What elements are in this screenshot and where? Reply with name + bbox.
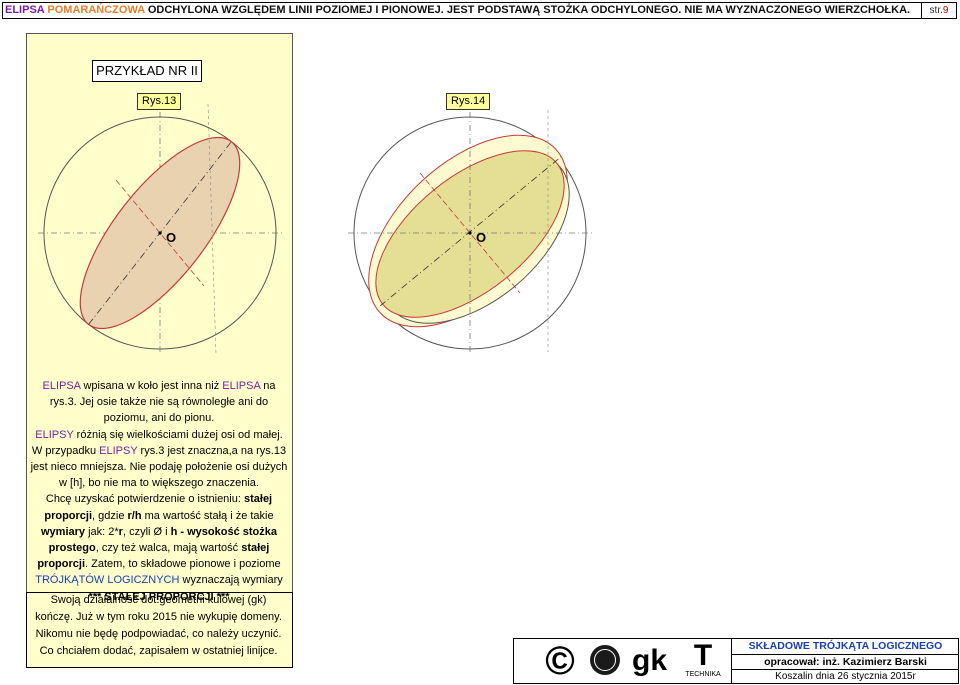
center-point: [158, 231, 162, 235]
text-fragment: , gdzie: [92, 509, 128, 522]
text-fragment: . Zatem, to składowe pionowe i poziome: [85, 558, 281, 571]
seal-logo-icon: [590, 645, 620, 675]
bold-term: r/h: [127, 509, 142, 522]
center-point-right: [468, 231, 472, 235]
logical-triangles-term: TRÓJKĄTÓW LOGICZNYCH: [35, 574, 180, 587]
center-label-left: O: [166, 230, 176, 245]
paragraph-2: ELIPSY różnią się wielkościami dużej osi…: [30, 427, 288, 443]
paragraph-1: ELIPSA wpisana w koło jest inna niż ELIP…: [30, 378, 288, 427]
ellipse-word: ELIPSY: [99, 444, 138, 457]
text-fragment: wpisana w koło jest inna niż: [80, 380, 223, 392]
seal-ring: [594, 649, 616, 671]
center-label-right: O: [476, 230, 486, 245]
text-fragment: różnią się wielkościami dużej osi od mał…: [73, 428, 283, 441]
text-fragment: wyznaczają wymiary: [179, 574, 283, 587]
description-text: ELIPSA wpisana w koło jest inna niż ELIP…: [30, 378, 288, 605]
ellipse-word: ELIPSA: [222, 380, 261, 392]
gk-logo: gk: [632, 644, 668, 677]
figure-rys13: [38, 103, 282, 355]
figure-rys14: [348, 110, 592, 354]
final-note: Swoją działalność dot.geometrii kulowej …: [26, 592, 293, 668]
text-fragment: W przypadku: [31, 444, 100, 457]
title-block-date: Koszalin dnia 26 stycznia 2015r: [775, 671, 916, 683]
final-note-frame: [26, 592, 293, 668]
text-fragment: ma wartość stałą i że takie: [141, 509, 274, 522]
ellipse-word: ELIPSA: [42, 380, 81, 392]
text-fragment: Chcę uzyskać potwierdzenie o istnieniu:: [45, 493, 244, 506]
paragraph-4: Chcę uzyskać potwierdzenie o istnieniu: …: [30, 491, 288, 588]
ellipse-word: ELIPSY: [35, 428, 74, 441]
text-fragment: , czyli Ø i: [122, 525, 171, 538]
technika-label: TECHNIKA: [685, 671, 721, 678]
paragraph-3: W przypadku ELIPSY rys.3 jest znaczna,a …: [30, 443, 288, 492]
title-block-author: opracował: inż. Kazimierz Barski: [732, 653, 959, 671]
title-block: © gk T TECHNIKA SKŁADOWE TRÓJKĄTA LOGICZ…: [513, 638, 959, 684]
technika-logo: T: [693, 639, 713, 672]
text-fragment: jak: 2*: [85, 525, 119, 538]
copyright-icon: ©: [545, 639, 575, 683]
title-block-title: SKŁADOWE TRÓJKĄTA LOGICZNEGO: [748, 640, 943, 652]
title-block-info: SKŁADOWE TRÓJKĄTA LOGICZNEGO opracował: …: [731, 639, 959, 683]
text-fragment: , czy też walca, mają wartość: [95, 542, 242, 555]
bold-term: wymiary: [41, 525, 86, 538]
